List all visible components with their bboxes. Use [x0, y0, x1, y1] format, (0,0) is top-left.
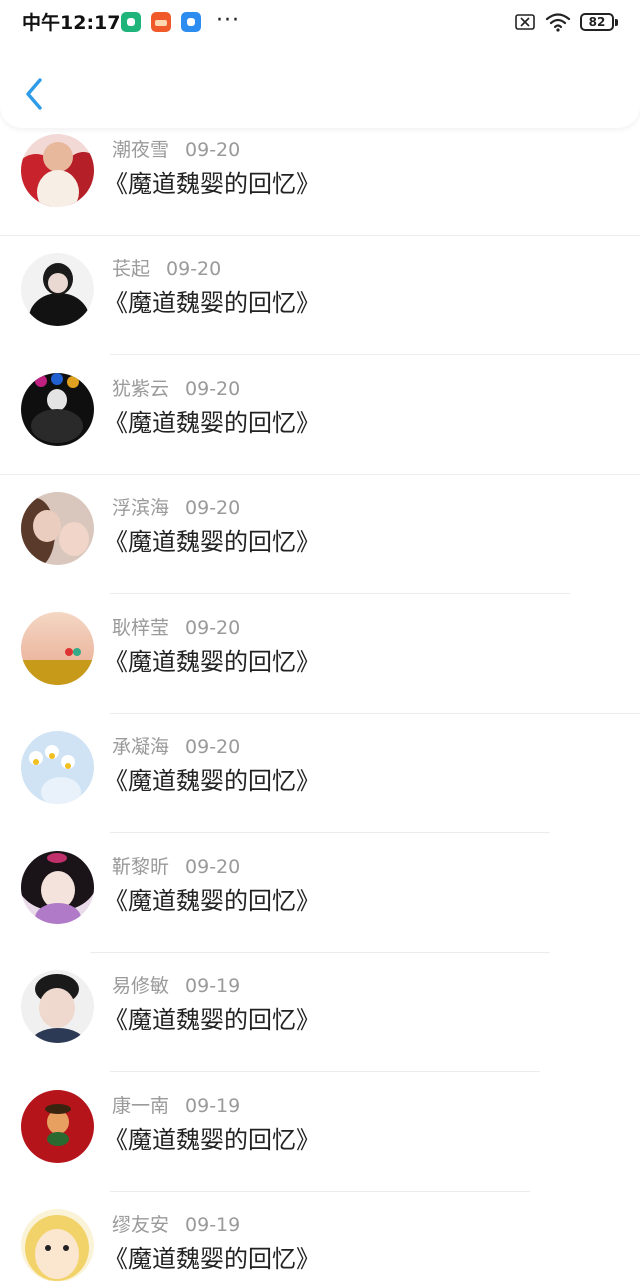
battery-icon: 82	[580, 13, 618, 31]
username[interactable]: 犹紫云	[112, 378, 169, 400]
no-sim-icon	[515, 14, 535, 30]
book-title[interactable]: 《魔道魏婴的回忆》	[104, 645, 320, 679]
list-item[interactable]: 康一南 09-19 《魔道魏婴的回忆》	[0, 1073, 640, 1192]
avatar[interactable]	[21, 253, 94, 326]
comment-date: 09-20	[185, 378, 241, 400]
battery-level: 82	[588, 15, 606, 29]
list-item[interactable]: 耿梓莹 09-20 《魔道魏婴的回忆》	[0, 595, 640, 714]
back-button[interactable]	[18, 72, 52, 116]
comment-date: 09-20	[185, 856, 241, 878]
avatar[interactable]	[21, 1090, 94, 1163]
book-title[interactable]: 《魔道魏婴的回忆》	[104, 764, 320, 798]
avatar[interactable]	[21, 731, 94, 804]
comment-date: 09-20	[185, 139, 241, 161]
avatar[interactable]	[21, 851, 94, 924]
username[interactable]: 承凝海	[112, 736, 169, 758]
list-item[interactable]: 靳黎昕 09-20 《魔道魏婴的回忆》	[0, 834, 640, 953]
shield-app-icon	[121, 12, 141, 32]
username[interactable]: 潮夜雪	[112, 139, 169, 161]
comment-meta: 潮夜雪 09-20	[112, 137, 240, 163]
book-title[interactable]: 《魔道魏婴的回忆》	[104, 1003, 320, 1037]
comment-date: 09-19	[185, 1095, 241, 1117]
username[interactable]: 靳黎昕	[112, 856, 169, 878]
avatar[interactable]	[21, 492, 94, 565]
comment-meta: 犹紫云 09-20	[112, 376, 240, 402]
message-app-icon	[181, 12, 201, 32]
divider	[110, 1071, 540, 1072]
avatar[interactable]	[21, 612, 94, 685]
comment-date: 09-19	[185, 975, 241, 997]
avatar[interactable]	[21, 134, 94, 207]
chevron-left-icon	[26, 78, 42, 110]
book-title[interactable]: 《魔道魏婴的回忆》	[104, 1123, 320, 1157]
comment-meta: 苌起 09-20	[112, 256, 221, 282]
top-bar: 中午12:17 ··· 82	[0, 0, 640, 128]
status-time: 中午12:17	[22, 12, 121, 34]
list-item[interactable]: 苌起 09-20 《魔道魏婴的回忆》	[0, 236, 640, 355]
wifi-icon	[545, 13, 571, 32]
comment-date: 09-20	[185, 497, 241, 519]
comment-date: 09-19	[185, 1214, 241, 1236]
book-title[interactable]: 《魔道魏婴的回忆》	[104, 525, 320, 559]
list-item[interactable]: 潮夜雪 09-20 《魔道魏婴的回忆》	[0, 117, 640, 236]
list-item[interactable]: 浮滨海 09-20 《魔道魏婴的回忆》	[0, 475, 640, 594]
comment-meta: 缪友安 09-19	[112, 1212, 240, 1238]
comment-meta: 康一南 09-19	[112, 1093, 240, 1119]
list-item[interactable]: 犹紫云 09-20 《魔道魏婴的回忆》	[0, 356, 640, 475]
avatar[interactable]	[21, 1209, 94, 1281]
comment-date: 09-20	[166, 258, 222, 280]
comment-meta: 承凝海 09-20	[112, 734, 240, 760]
comment-date: 09-20	[185, 617, 241, 639]
list-item[interactable]: 缪友安 09-19 《魔道魏婴的回忆》	[0, 1192, 640, 1281]
avatar[interactable]	[21, 970, 94, 1043]
comment-meta: 靳黎昕 09-20	[112, 854, 240, 880]
username[interactable]: 浮滨海	[112, 497, 169, 519]
username[interactable]: 易修敏	[112, 975, 169, 997]
book-title[interactable]: 《魔道魏婴的回忆》	[104, 167, 320, 201]
book-title[interactable]: 《魔道魏婴的回忆》	[104, 286, 320, 320]
username[interactable]: 苌起	[112, 258, 150, 280]
comment-meta: 耿梓莹 09-20	[112, 615, 240, 641]
list-item[interactable]: 易修敏 09-19 《魔道魏婴的回忆》	[0, 953, 640, 1072]
divider	[110, 832, 550, 833]
divider	[110, 354, 640, 355]
comment-meta: 浮滨海 09-20	[112, 495, 240, 521]
list-item[interactable]: 承凝海 09-20 《魔道魏婴的回忆》	[0, 714, 640, 833]
avatar[interactable]	[21, 373, 94, 446]
comment-meta: 易修敏 09-19	[112, 973, 240, 999]
book-title[interactable]: 《魔道魏婴的回忆》	[104, 884, 320, 918]
username[interactable]: 康一南	[112, 1095, 169, 1117]
username[interactable]: 耿梓莹	[112, 617, 169, 639]
book-title[interactable]: 《魔道魏婴的回忆》	[104, 406, 320, 440]
more-notifications-icon: ···	[216, 8, 240, 33]
username[interactable]: 缪友安	[112, 1214, 169, 1236]
book-title[interactable]: 《魔道魏婴的回忆》	[104, 1242, 320, 1276]
screen: 潮夜雪 09-20 《魔道魏婴的回忆》 苌起 09-20 《魔道魏婴的回忆》 犹…	[0, 0, 640, 1281]
divider	[110, 593, 570, 594]
comment-date: 09-20	[185, 736, 241, 758]
shopping-app-icon	[151, 12, 171, 32]
